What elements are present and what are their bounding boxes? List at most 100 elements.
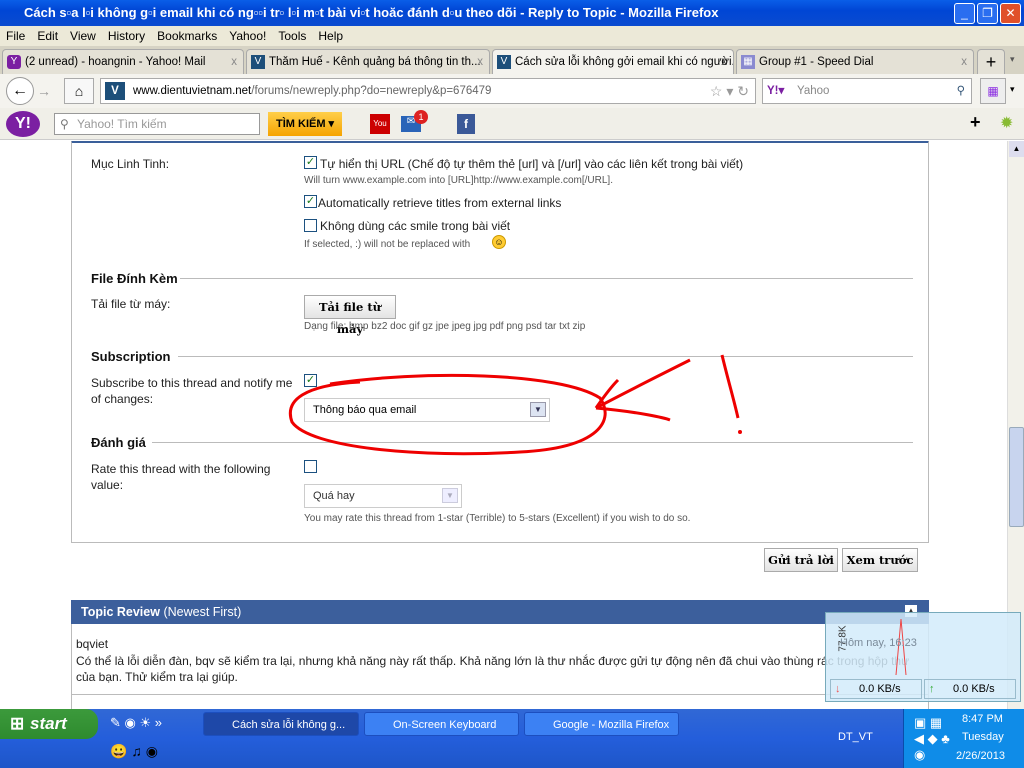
notification-type-select[interactable]: Thông báo qua email ▼ — [304, 398, 550, 422]
post-date: Hôm nay, 16:23 — [840, 637, 917, 649]
label: TÌM KIẾM — [276, 118, 326, 130]
tab-list-icon[interactable]: ▾ — [1010, 54, 1015, 65]
restore-button[interactable]: ❐ — [977, 3, 998, 24]
rate-checkbox[interactable] — [304, 460, 317, 473]
yahoo-search-button[interactable]: TÌM KIẾM ▾ — [268, 112, 342, 136]
upload-file-button[interactable]: Tải file từ máy — [304, 295, 396, 336]
tab-label: Group #1 - Speed Dial — [759, 56, 874, 68]
retrieve-titles-checkbox[interactable]: ✓ — [304, 195, 317, 208]
subscription-heading: Subscription — [91, 349, 171, 364]
clock-date: 2/26/2013 — [956, 750, 1005, 762]
tab-label: (2 unread) - hoangnin - Yahoo! Mail — [25, 56, 206, 68]
scroll-up-icon[interactable]: ▲ — [1009, 141, 1024, 157]
menu-edit[interactable]: Edit — [37, 29, 58, 43]
window-title: Cách s▫a l▫i không g▫i email khi có ng▫▫… — [24, 5, 719, 20]
download-value: 0.0 KB/s — [859, 683, 901, 695]
close-tab-icon[interactable]: x — [721, 50, 727, 74]
retrieve-titles-label: Automatically retrieve titles from exter… — [318, 196, 562, 210]
site-icon: V — [251, 55, 265, 69]
site-icon: V — [497, 55, 511, 69]
tab-tham-hue[interactable]: V Thăm Huế - Kênh quảng bá thông tin th..… — [246, 49, 490, 74]
add-icon[interactable]: + — [970, 112, 981, 133]
nav-bar: ← → ⌂ V www.dientuvietnam.net/forums/new… — [0, 74, 1024, 108]
subscribe-checkbox[interactable]: ✓ — [304, 374, 317, 387]
settings-gear-icon[interactable]: ✹ — [1000, 113, 1013, 133]
url-domain: www.dientuvietnam.net — [133, 85, 252, 97]
search-icon[interactable]: ⚲ — [957, 79, 965, 103]
facebook-icon[interactable]: f — [457, 114, 475, 134]
rating-heading: Đánh giá — [91, 435, 146, 450]
menu-dropdown-icon[interactable]: ▾ — [1010, 84, 1015, 95]
task-label: On-Screen Keyboard — [393, 719, 497, 731]
taskbar-item-osk[interactable]: On-Screen Keyboard — [364, 712, 519, 736]
menu-tools[interactable]: Tools — [278, 29, 306, 43]
task-label: Cách sửa lỗi không g... — [232, 719, 346, 731]
upload-value: 0.0 KB/s — [953, 683, 995, 695]
divider — [72, 694, 928, 695]
speed-dial-button[interactable]: ▦ — [980, 78, 1006, 104]
yahoo-icon: Y — [7, 55, 21, 69]
mail-badge: 1 — [414, 110, 428, 124]
tab-label: Cách sửa lỗi không gởi email khi có ngườ… — [515, 56, 734, 68]
smilies-hint: If selected, :) will not be replaced wit… — [304, 239, 471, 250]
divider — [180, 278, 913, 279]
url-path: /forums/newreply.php?do=newreply&p=67647… — [251, 85, 492, 97]
menu-help[interactable]: Help — [318, 29, 343, 43]
menu-history[interactable]: History — [108, 29, 145, 43]
tab-speed-dial[interactable]: ▦ Group #1 - Speed Dial x — [736, 49, 974, 74]
close-button[interactable]: ✕ — [1000, 3, 1021, 24]
submit-reply-button[interactable]: Gửi trả lời — [764, 548, 838, 572]
menu-bookmarks[interactable]: Bookmarks — [157, 29, 217, 43]
tray-icons[interactable]: ▣ ▦ ◀ ◆ ♣ ◉ — [914, 715, 950, 763]
toolbar-user-label: DT_VT — [838, 731, 873, 743]
subscribe-label: Subscribe to this thread and notify me o… — [91, 376, 293, 406]
clock-day: Tuesday — [962, 731, 1004, 743]
disable-smilies-checkbox[interactable] — [304, 219, 317, 232]
home-button[interactable]: ⌂ — [64, 78, 94, 104]
topic-review-title: Topic Review — [81, 605, 160, 619]
yahoo-logo-icon[interactable]: Y! — [6, 111, 40, 137]
menu-yahoo[interactable]: Yahoo! — [229, 29, 266, 43]
bookmark-star-icon[interactable]: ☆ ▾ ↻ — [710, 79, 749, 103]
start-button[interactable]: ⊞ start — [0, 709, 98, 739]
chevron-down-icon: ▼ — [442, 488, 458, 503]
yahoo-search-input[interactable]: ⚲ Yahoo! Tìm kiếm — [54, 113, 260, 135]
site-identity-icon[interactable]: V — [105, 82, 125, 100]
url-bar[interactable]: V www.dientuvietnam.net/forums/newreply.… — [100, 78, 756, 104]
topic-review-header: Topic Review (Newest First) ▲ — [71, 600, 929, 624]
taskbar-item-firefox-google[interactable]: Google - Mozilla Firefox — [524, 712, 679, 736]
auto-url-label: Tự hiển thị URL (Chế độ tự thêm thẻ [url… — [320, 157, 744, 171]
tab-current[interactable]: V Cách sửa lỗi không gởi email khi có ngư… — [492, 49, 734, 74]
quick-launch-icons-row2[interactable]: 😀 ♫ ◉ — [110, 743, 158, 760]
search-box[interactable]: Y!▾ Yahoo ⚲ — [762, 78, 972, 104]
minimize-button[interactable]: _ — [954, 3, 975, 24]
tab-bar: Y (2 unread) - hoangnin - Yahoo! Mail x VT… — [0, 46, 1024, 74]
back-button[interactable]: ← — [6, 77, 34, 105]
taskbar-item-firefox-current[interactable]: Cách sửa lỗi không g... — [203, 712, 359, 736]
tab-yahoo-mail[interactable]: Y (2 unread) - hoangnin - Yahoo! Mail x — [2, 49, 244, 74]
auto-url-hint: Will turn www.example.com into [URL]http… — [304, 175, 613, 186]
quick-launch-icons[interactable]: ✎ ◉ ☀ » — [110, 715, 162, 731]
yahoo-toolbar: Y! ⚲ Yahoo! Tìm kiếm TÌM KIẾM ▾ You ✉ 1 f… — [0, 108, 1024, 140]
rating-select[interactable]: Quá hay ▼ — [304, 484, 462, 508]
placeholder: Yahoo! Tìm kiếm — [77, 117, 167, 131]
close-tab-icon[interactable]: x — [231, 50, 237, 74]
attachments-heading: File Đính Kèm — [91, 271, 178, 286]
close-tab-icon[interactable]: x — [961, 50, 967, 74]
new-tab-button[interactable]: + — [977, 49, 1005, 74]
download-rate: ↓ 0.0 KB/s — [830, 679, 922, 699]
forward-button[interactable]: → — [37, 83, 51, 99]
scrollbar-thumb[interactable] — [1009, 427, 1024, 527]
search-icon: ⚲ — [60, 117, 69, 131]
youtube-icon[interactable]: You — [370, 114, 390, 134]
window-titlebar: Cách s▫a l▫i không g▫i email khi có ng▫▫… — [0, 0, 1024, 26]
post-author: bqviet — [76, 637, 109, 651]
upload-arrow-icon: ↑ — [929, 683, 935, 695]
yahoo-engine-icon[interactable]: Y!▾ — [767, 79, 784, 103]
close-tab-icon[interactable]: x — [477, 50, 483, 74]
menu-view[interactable]: View — [70, 29, 96, 43]
preview-button[interactable]: Xem trước — [842, 548, 918, 572]
selected-value: Quá hay — [313, 490, 355, 502]
menu-file[interactable]: File — [6, 29, 25, 43]
auto-url-checkbox[interactable]: ✓ — [304, 156, 317, 169]
